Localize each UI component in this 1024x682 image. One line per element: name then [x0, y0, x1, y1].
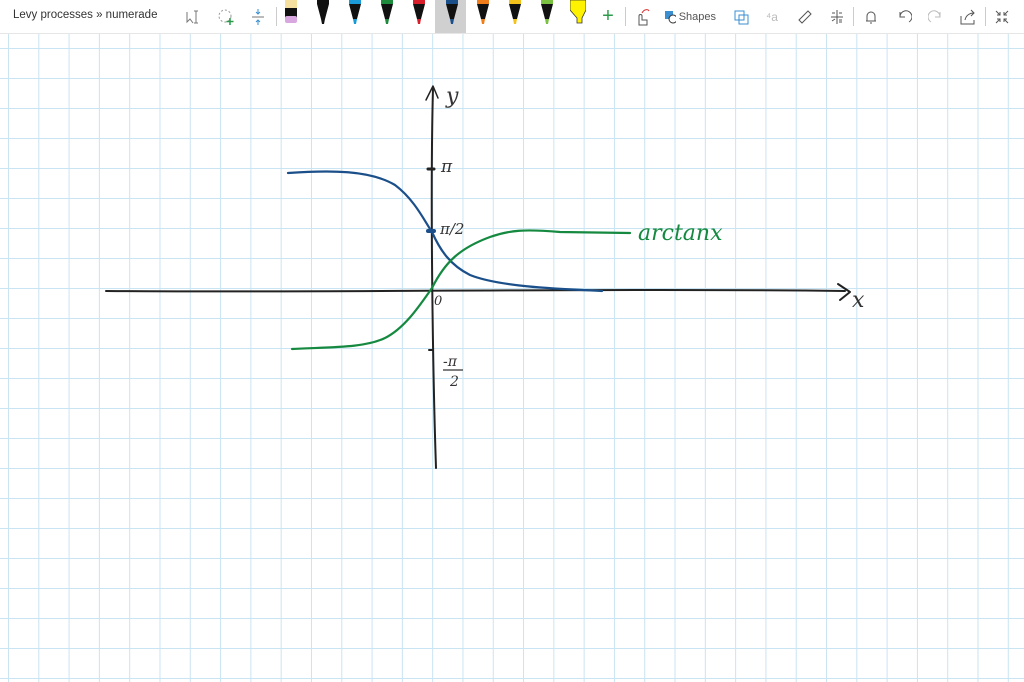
x-axis-label: x [852, 288, 865, 313]
pen-highlighter-yellow-icon[interactable] [570, 0, 586, 26]
pen-dark-blue-icon[interactable] [444, 0, 460, 26]
pen-green-icon[interactable] [379, 0, 395, 26]
y-axis-label: y [445, 84, 459, 109]
shapes-label: Shapes [678, 10, 716, 23]
ink-drawing: y x 0 π π/2 -π 2 arctanx [105, 84, 865, 469]
ruler-icon[interactable] [795, 0, 815, 33]
origin-label: 0 [434, 294, 442, 309]
insert-space-icon[interactable] [248, 0, 268, 33]
neg-half-pi-numerator: -π [443, 354, 458, 370]
add-space-icon[interactable] [215, 0, 237, 33]
notification-icon[interactable] [861, 0, 881, 33]
eraser-icon[interactable] [283, 0, 299, 26]
exit-fullscreen-icon[interactable] [992, 0, 1012, 33]
undo-icon[interactable] [894, 0, 914, 33]
neg-half-pi-denominator: 2 [449, 374, 459, 390]
lasso-select-icon[interactable] [182, 0, 204, 33]
math-icon[interactable] [827, 0, 847, 33]
pen-black-icon[interactable] [315, 0, 331, 26]
touch-drawing-icon[interactable] [632, 0, 652, 33]
pen-blue-icon[interactable] [347, 0, 363, 26]
x-axis-arrow [837, 283, 851, 301]
ink-to-shape-icon[interactable] [731, 0, 751, 33]
pen-lime-icon[interactable] [539, 0, 555, 26]
ink-to-text-icon[interactable]: ⁴a [762, 0, 782, 33]
pi-label: π [440, 157, 453, 177]
x-axis [105, 289, 846, 293]
pen-red-icon[interactable] [411, 0, 427, 26]
shapes-button[interactable]: Shapes [664, 0, 716, 33]
pen-yellow-icon[interactable] [507, 0, 523, 26]
arctan-label: arctanx [638, 221, 723, 246]
add-pen-icon[interactable]: + [598, 0, 618, 33]
half-pi-label: π/2 [439, 220, 464, 238]
share-icon[interactable] [958, 0, 978, 33]
notebook-breadcrumb: Levy processes » numerade [13, 9, 158, 21]
shapes-icon [665, 10, 676, 23]
redo-icon[interactable] [926, 0, 946, 33]
pen-orange-icon[interactable] [475, 0, 491, 26]
y-axis [430, 87, 437, 469]
toolbar: Levy processes » numerade + Shapes ⁴a [0, 0, 1024, 34]
